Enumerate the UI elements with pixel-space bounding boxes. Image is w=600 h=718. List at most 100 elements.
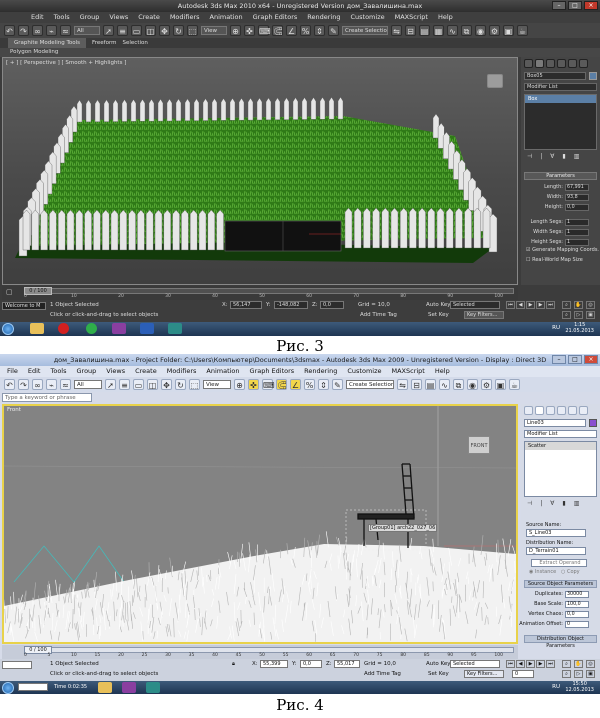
render-setup-icon[interactable]: ⚙ <box>489 25 500 36</box>
render-icon[interactable]: ☕︎ <box>517 25 528 36</box>
next-frame-icon[interactable]: ▶ <box>536 660 545 668</box>
zoom-all-icon[interactable]: ⌕ <box>562 670 571 678</box>
copy-radio[interactable]: ○ Copy <box>561 569 580 575</box>
parameter-spinner[interactable]: 100,0 <box>565 601 589 608</box>
next-frame-icon[interactable]: ▶ <box>536 301 545 309</box>
front-viewport[interactable]: Front [Group01] arch22_027_06 FRONT <box>2 404 518 644</box>
object-name-field[interactable]: Box05 <box>524 72 586 80</box>
render-icon[interactable]: ☕︎ <box>509 379 520 390</box>
undo-icon[interactable]: ↶ <box>4 25 15 36</box>
tab-graphite-modeling[interactable]: Graphite Modeling Tools <box>8 38 87 48</box>
orbit-icon[interactable]: ◎ <box>586 660 595 668</box>
parameter-spinner[interactable]: 93,8 <box>565 194 589 201</box>
menu-item[interactable]: Create <box>133 12 165 23</box>
close-button[interactable]: × <box>584 1 598 10</box>
snaps-icon[interactable]: 🧲︎ <box>272 25 283 36</box>
maximize-button[interactable]: □ <box>568 355 582 364</box>
schematic-view-icon[interactable]: ⧉ <box>461 25 472 36</box>
modify-tab-icon[interactable] <box>535 59 544 68</box>
undo-icon[interactable]: ↶ <box>4 379 15 390</box>
selection-filter-dropdown[interactable]: All <box>74 26 100 35</box>
tab-selection[interactable]: Selection <box>123 38 148 48</box>
orbit-icon[interactable]: ◎ <box>586 301 595 309</box>
start-button[interactable] <box>2 682 14 694</box>
ribbon-panel-label[interactable]: Polygon Modeling <box>0 48 600 57</box>
reference-coordinate-dropdown[interactable]: View <box>203 380 231 389</box>
current-frame-field[interactable]: 0 <box>512 670 534 678</box>
curve-editor-icon[interactable]: ∿ <box>447 25 458 36</box>
move-icon[interactable]: ✥ <box>161 379 172 390</box>
maximize-viewport-icon[interactable]: ▣ <box>586 670 595 678</box>
create-tab-icon[interactable] <box>524 406 533 415</box>
viewcube[interactable] <box>487 74 503 88</box>
menu-item[interactable]: Views <box>101 366 130 377</box>
tab-freeform[interactable]: Freeform <box>92 38 117 48</box>
folder-taskbar-icon[interactable] <box>98 682 112 693</box>
object-name-field[interactable]: Line03 <box>524 419 586 427</box>
menu-item[interactable]: Modifiers <box>162 366 202 377</box>
maximize-viewport-icon[interactable]: ▣ <box>586 311 595 319</box>
parameters-rollout[interactable]: Parameters <box>524 172 597 180</box>
modify-tab-icon[interactable] <box>535 406 544 415</box>
rect-selection-icon[interactable]: ▭ <box>133 379 144 390</box>
modifier-list-dropdown[interactable]: Modifier List <box>524 83 597 91</box>
source-name-field[interactable]: S_Line03 <box>526 529 586 537</box>
zoom-region-icon[interactable]: ▷ <box>574 670 583 678</box>
schematic-view-icon[interactable]: ⧉ <box>453 379 464 390</box>
select-object-icon[interactable]: ➚ <box>103 25 114 36</box>
spinner-snap-icon[interactable]: ⇕ <box>314 25 325 36</box>
pan-icon[interactable]: ✋ <box>574 301 583 309</box>
go-to-start-icon[interactable]: ⏮ <box>506 660 515 668</box>
motion-tab-icon[interactable] <box>557 59 566 68</box>
remove-modifier-icon[interactable]: ▮ <box>562 153 565 160</box>
key-filters-button[interactable]: Key Filters... <box>464 670 504 678</box>
close-button[interactable]: × <box>584 355 598 364</box>
maxscript-listener[interactable] <box>2 661 32 669</box>
start-button[interactable] <box>2 323 14 335</box>
rotate-icon[interactable]: ↻ <box>175 379 186 390</box>
select-manipulate-icon[interactable]: ✜ <box>248 379 259 390</box>
lock-selection-icon[interactable]: 🔒︎ <box>232 661 235 668</box>
3dsmax-taskbar-icon[interactable] <box>168 323 182 334</box>
z-coordinate-field[interactable]: 0,0 <box>320 301 344 309</box>
play-icon[interactable]: ▶ <box>526 660 535 668</box>
scale-icon[interactable]: ⬚ <box>189 379 200 390</box>
key-mode-dropdown[interactable]: Selected <box>450 301 500 309</box>
hierarchy-tab-icon[interactable] <box>546 406 555 415</box>
perspective-viewport[interactable]: [ + ] [ Perspective ] [ Smooth + Highlig… <box>2 57 518 285</box>
y-coordinate-field[interactable]: 0,0 <box>300 660 322 668</box>
create-tab-icon[interactable] <box>524 59 533 68</box>
select-manipulate-icon[interactable]: ✜ <box>244 25 255 36</box>
word-taskbar-icon[interactable] <box>140 323 154 334</box>
scale-icon[interactable]: ⬚ <box>187 25 198 36</box>
stack-item[interactable]: Box <box>525 95 596 103</box>
timeline[interactable]: ▢ 0 / 100 0 10 20 30 40 50 60 70 80 90 100 <box>2 286 518 300</box>
keyboard-shortcut-icon[interactable]: ⌨ <box>258 25 271 36</box>
select-object-icon[interactable]: ➚ <box>105 379 116 390</box>
icq-taskbar-icon[interactable] <box>86 323 97 334</box>
parameter-spinner[interactable]: 0,0 <box>565 611 589 618</box>
align-icon[interactable]: ⊟ <box>411 379 422 390</box>
opera-taskbar-icon[interactable] <box>58 323 69 334</box>
menu-item[interactable]: MAXScript <box>387 366 430 377</box>
snaps-icon[interactable]: 🧲︎ <box>276 379 287 390</box>
field-of-view-icon[interactable]: ▷ <box>574 311 583 319</box>
distribution-name-field[interactable]: D_Terrain01 <box>526 547 586 555</box>
pin-stack-icon[interactable]: ⊣ <box>527 500 532 507</box>
menu-item[interactable]: Customize <box>342 366 386 377</box>
object-color-swatch[interactable] <box>589 72 597 80</box>
menu-item[interactable]: Group <box>75 12 105 23</box>
named-selection-dropdown[interactable]: Create Selection Set <box>342 26 388 35</box>
menu-item[interactable]: Rendering <box>299 366 342 377</box>
go-to-end-icon[interactable]: ⏭ <box>546 660 555 668</box>
y-coordinate-field[interactable]: -148,082 <box>274 301 308 309</box>
checkbox-row[interactable]: ☑ Generate Mapping Coords. <box>526 247 599 253</box>
mirror-icon[interactable]: ⇋ <box>397 379 408 390</box>
distribution-object-rollout[interactable]: Distribution Object Parameters <box>524 635 597 649</box>
menu-item[interactable]: Edit <box>26 12 49 23</box>
select-by-name-icon[interactable]: ≡ <box>119 379 130 390</box>
menu-item[interactable]: Tools <box>49 12 75 23</box>
search-input[interactable]: Type a keyword or phrase <box>2 393 92 402</box>
display-tab-icon[interactable] <box>568 406 577 415</box>
menu-item[interactable]: Group <box>72 366 102 377</box>
